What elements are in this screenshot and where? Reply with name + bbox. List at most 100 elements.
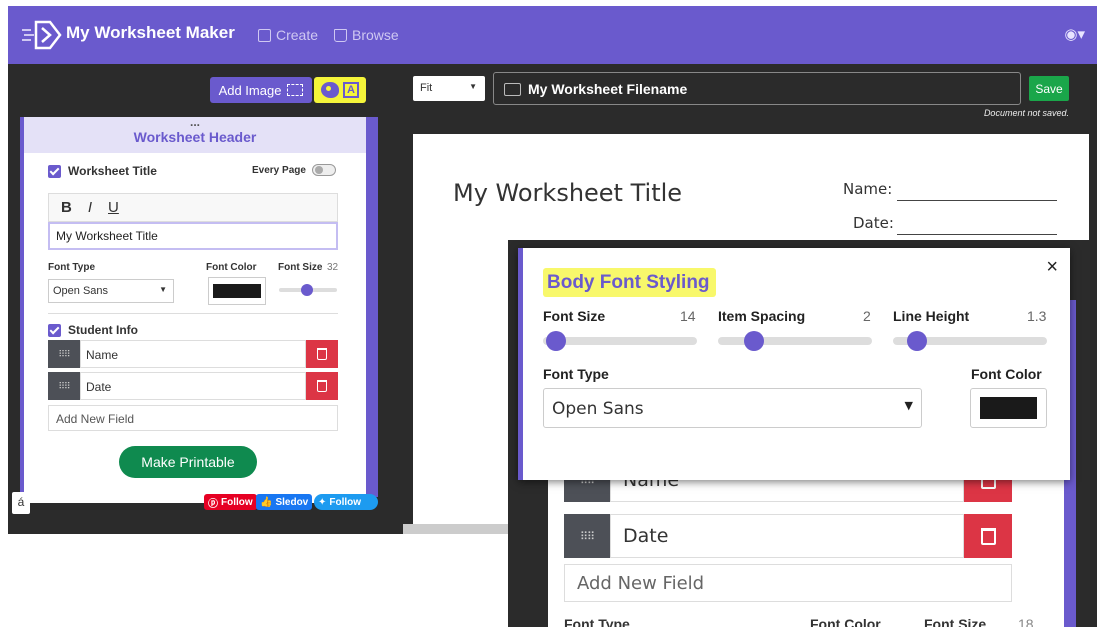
delete-button[interactable] (306, 372, 338, 400)
save-status: Document not saved. (983, 108, 1069, 118)
font-type-select[interactable]: Open Sans ▼ (48, 279, 174, 303)
nav-browse[interactable]: Browse (334, 27, 399, 43)
font-size-value: 18 (1018, 616, 1034, 627)
font-size-label: Font Size (278, 262, 323, 273)
font-size-slider[interactable] (279, 284, 337, 296)
font-color-picker[interactable] (208, 277, 266, 305)
divider (48, 313, 338, 314)
item-spacing-label: Item Spacing (718, 308, 806, 324)
line-height-label: Line Height (893, 308, 970, 324)
filename-input[interactable]: My Worksheet Filename (493, 72, 1021, 105)
slider-knob[interactable] (301, 284, 313, 296)
delete-button[interactable] (306, 340, 338, 368)
add-image-label: Add Image (218, 82, 282, 98)
student-field-input[interactable]: Date (610, 514, 964, 558)
item-spacing-slider[interactable] (718, 331, 872, 351)
delete-button[interactable] (964, 514, 1012, 558)
student-field-row: ⠿⠿ Date (564, 514, 1012, 558)
line-height-value: 1.3 (1027, 308, 1047, 324)
worksheet-title-label: Worksheet Title (68, 164, 157, 178)
add-image-button[interactable]: Add Image (210, 77, 312, 103)
font-type-label: Font Type (543, 366, 609, 382)
font-type-select[interactable]: Open Sans ▼ (543, 388, 922, 428)
drag-handle-icon[interactable]: ⠿⠿ (48, 372, 80, 400)
font-color-picker[interactable] (970, 388, 1047, 428)
folder-icon (504, 83, 521, 96)
zoom-select[interactable]: Fit ▼ (413, 76, 485, 101)
card-title: Worksheet Header (133, 129, 257, 145)
font-size-label: Font Size (543, 308, 606, 324)
twitter-follow-button[interactable]: ✦ Follow (314, 494, 378, 510)
drag-dots-icon[interactable]: ... (24, 117, 366, 129)
twitter-icon: ✦ (318, 496, 327, 508)
font-type-value: Open Sans (53, 285, 109, 297)
chevron-down-icon: ▼ (904, 399, 913, 412)
zoom-value: Fit (420, 82, 433, 94)
close-icon[interactable]: × (1046, 256, 1058, 279)
palette-icon (321, 82, 339, 98)
font-size-label: Font Size (924, 616, 987, 627)
navbar: My Worksheet Maker Create Browse ◉▾ (8, 6, 1097, 64)
color-swatch (213, 284, 261, 298)
facebook-like-label: Sledov (275, 496, 309, 508)
toggle-switch[interactable] (311, 164, 336, 176)
horizontal-scrollbar[interactable] (403, 524, 513, 534)
font-size-slider[interactable] (543, 331, 697, 351)
line-height-slider[interactable] (893, 331, 1047, 351)
body-font-dialog: × Body Font Styling Font Size 14 Item Sp… (518, 248, 1070, 480)
nav-create-label: Create (276, 27, 319, 43)
slider-knob[interactable] (546, 331, 566, 351)
worksheet-title-toggle[interactable]: Worksheet Title (48, 164, 157, 178)
worksheet-title[interactable]: My Worksheet Title (453, 179, 682, 207)
left-panel: Add Image A ... Worksheet Header Workshe… (8, 64, 403, 534)
date-label: Date: (853, 214, 894, 232)
plus-square-icon (258, 28, 271, 42)
italic-button[interactable]: I (88, 199, 92, 216)
save-button[interactable]: Save (1029, 76, 1069, 101)
card-header[interactable]: ... Worksheet Header (24, 117, 366, 153)
facebook-like-button[interactable]: 👍 Sledov (256, 494, 312, 510)
font-color-label: Font Color (206, 262, 257, 273)
student-field-input[interactable]: Date (80, 372, 306, 400)
checkbox-icon[interactable] (48, 323, 61, 337)
dialog-title: Body Font Styling (543, 268, 716, 297)
panel-scrollbar[interactable] (366, 117, 378, 497)
trash-icon (980, 527, 996, 545)
trash-icon (317, 348, 327, 360)
font-styling-button[interactable]: A (314, 77, 366, 103)
every-page-switch[interactable]: Every Page (252, 164, 336, 176)
user-circle-icon[interactable]: ◉▾ (1064, 25, 1085, 43)
add-field-input[interactable]: Add New Field (564, 564, 1012, 602)
underline-button[interactable]: U (108, 199, 119, 216)
make-printable-button[interactable]: Make Printable (119, 446, 257, 478)
logo-icon[interactable] (20, 18, 66, 52)
font-type-label: Font Type (564, 616, 630, 627)
pinterest-follow-button[interactable]: ⓟ Follow (204, 494, 257, 510)
color-swatch (980, 397, 1037, 419)
drag-handle-icon[interactable]: ⠿⠿ (564, 514, 610, 558)
pinterest-follow-label: Follow (221, 496, 253, 508)
student-info-label: Student Info (68, 323, 138, 337)
checkbox-icon[interactable] (48, 164, 61, 178)
student-field-input[interactable]: Name (80, 340, 306, 368)
chevron-down-icon: ▼ (159, 285, 167, 294)
bold-button[interactable]: B (61, 199, 72, 216)
mini-button[interactable]: á (12, 492, 30, 514)
add-field-input[interactable]: Add New Field (48, 405, 338, 431)
trash-icon (317, 380, 327, 392)
date-line (897, 234, 1057, 235)
student-info-toggle[interactable]: Student Info (48, 323, 138, 337)
pinterest-icon: ⓟ (208, 498, 218, 510)
title-input[interactable]: My Worksheet Title (48, 222, 338, 250)
student-field-row: ⠿⠿ Date (48, 372, 338, 400)
slider-knob[interactable] (907, 331, 927, 351)
font-size-value: 14 (680, 308, 696, 324)
thumbs-up-icon: 👍 (260, 496, 273, 508)
item-spacing-value: 2 (863, 308, 871, 324)
nav-create[interactable]: Create (258, 27, 318, 43)
chevron-down-icon: ▼ (469, 82, 477, 91)
slider-knob[interactable] (744, 331, 764, 351)
twitter-follow-label: Follow (329, 496, 362, 508)
brand-name[interactable]: My Worksheet Maker (66, 23, 235, 43)
drag-handle-icon[interactable]: ⠿⠿ (48, 340, 80, 368)
